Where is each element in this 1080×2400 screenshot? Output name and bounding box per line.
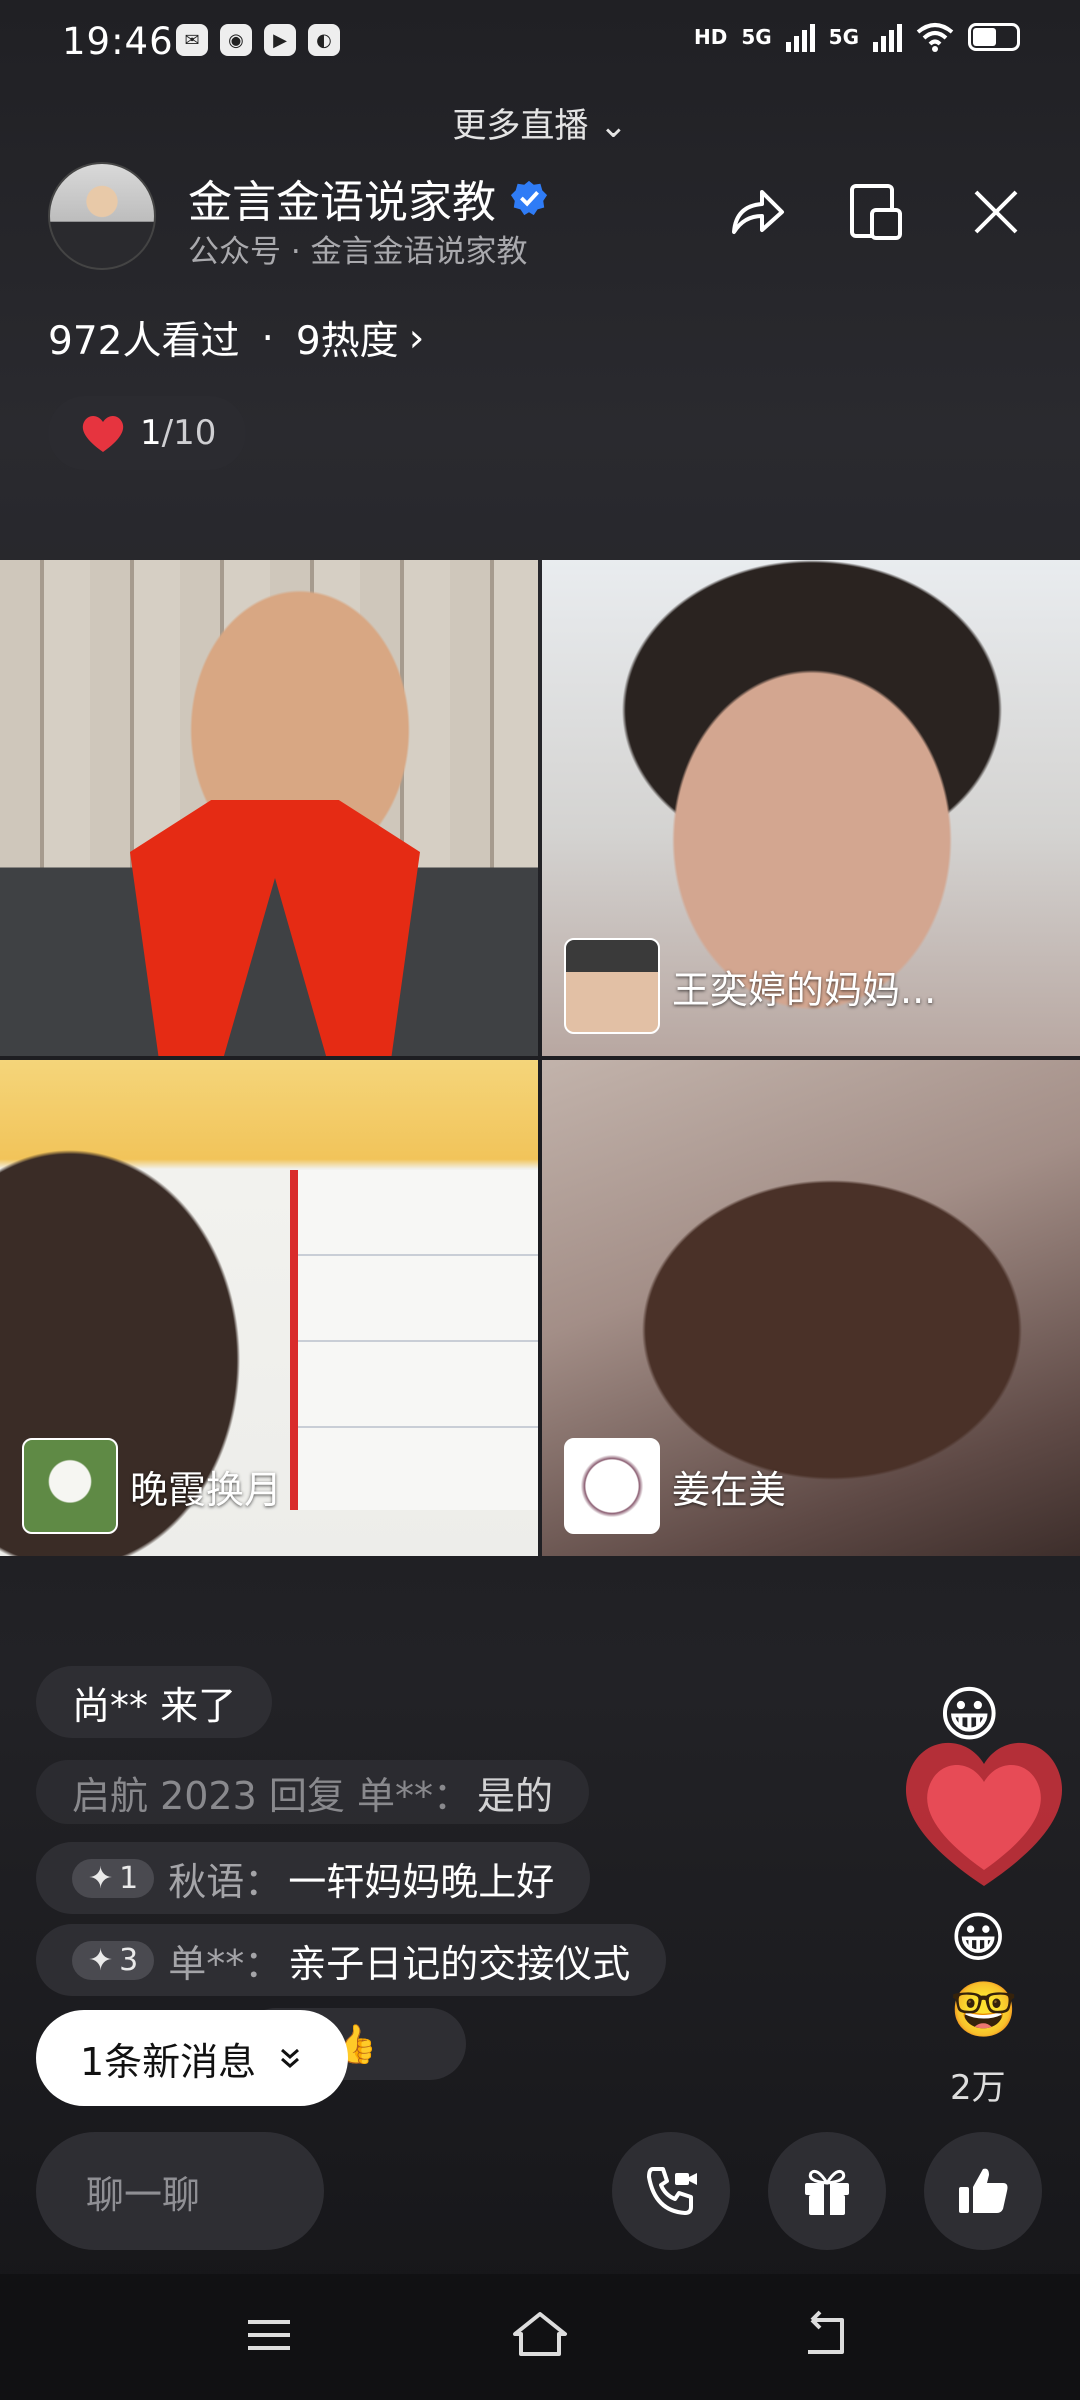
home-icon[interactable] (505, 2300, 575, 2370)
chat-sender: 启航 2023 回复 单**： (72, 1773, 471, 1818)
signal-bars-icon (785, 22, 815, 52)
notification-icons: ✉ ◉ ▶ ◐ (176, 24, 340, 56)
gift-icon (805, 2169, 849, 2215)
status-right: HD 5G 5G (694, 22, 1020, 52)
new-messages-label: 1条新消息 (80, 2039, 257, 2084)
chat-text: 一轩妈妈晚上好 (288, 1859, 555, 1904)
picture-in-picture-icon[interactable] (844, 180, 908, 244)
heat-count: 9热度 (295, 319, 399, 364)
chat-sender: 秋语： (168, 1859, 283, 1904)
verified-icon (510, 180, 548, 216)
sparkle-icon: ✦ (88, 1942, 114, 1978)
video-tile-guest-2[interactable]: 晚霞换月 (0, 1060, 538, 1556)
wechat-icon: ◉ (220, 24, 252, 56)
chat-message[interactable]: ✦ 3 单**： 亲子日记的交接仪式 (36, 1924, 667, 1996)
heart-icon (82, 416, 124, 452)
chat-input[interactable]: 聊一聊 (36, 2132, 324, 2250)
more-live-label: 更多直播 (452, 106, 589, 146)
share-icon[interactable] (724, 180, 788, 244)
viewers-count: 972人看过 (48, 319, 240, 364)
sparkle-icon: ✦ (88, 1860, 114, 1896)
chat-message[interactable]: ✦ 1 秋语： 一轩妈妈晚上好 (36, 1842, 591, 1914)
fan-badge: ✦ 3 (72, 1940, 155, 1980)
chat-message[interactable]: 启航 2023 回复 单**： 是的 (36, 1760, 589, 1824)
separator-dot: · (261, 315, 274, 361)
like-total: /10 (161, 413, 217, 453)
join-text: 尚** 来了 (72, 1683, 237, 1728)
more-live-button[interactable]: 更多直播 ⌄ (0, 98, 1080, 147)
grinning-emoji-icon: 😀 (938, 1680, 1001, 1750)
guest-name: 晚霞换月 (130, 1467, 283, 1512)
smirk-emoji-icon: 🤓 (950, 1978, 1018, 2041)
like-progress: 1/10 (140, 413, 216, 453)
video-tile-guest-3[interactable]: 姜在美 (542, 1060, 1080, 1556)
tile-label: 王奕婷的妈妈... (564, 938, 936, 1034)
guest-avatar (564, 1438, 660, 1534)
chat-text: 亲子日记的交接仪式 (288, 1941, 631, 1986)
floating-heart-icon (905, 1742, 1063, 1886)
guest-name: 姜在美 (672, 1467, 787, 1512)
menu-icon[interactable] (234, 2300, 304, 2370)
grinning-emoji-icon: 😀 (950, 1906, 1007, 1969)
wifi-icon (916, 23, 954, 52)
video-content (130, 800, 420, 1056)
signal-label-1: 5G (741, 25, 772, 49)
app-notification-icon: ✉ (176, 24, 208, 56)
status-bar: 19:46 ✉ ◉ ▶ ◐ HD 5G 5G (0, 0, 1080, 84)
badge-level: 3 (119, 1942, 139, 1978)
badge-level: 1 (119, 1860, 139, 1896)
guest-avatar (22, 1438, 118, 1534)
like-progress-pill[interactable]: 1/10 (48, 396, 246, 470)
signal-label-2: 5G (828, 25, 859, 49)
new-messages-button[interactable]: 1条新消息 (36, 2010, 349, 2106)
thumbs-up-icon (959, 2168, 1008, 2213)
phone-video-icon (647, 2167, 697, 2215)
host-subtitle: 公众号 · 金言金语说家教 (188, 234, 528, 270)
video-tile-guest-1[interactable]: 王奕婷的妈妈... (542, 560, 1080, 1056)
like-button[interactable] (924, 2132, 1042, 2250)
tile-label: 晚霞换月 (22, 1438, 282, 1534)
chat-sender: 单**： (168, 1941, 283, 1986)
video-tile-host[interactable] (0, 560, 538, 1056)
fan-badge: ✦ 1 (72, 1858, 155, 1898)
chat-text: 是的 (476, 1773, 553, 1818)
host-avatar[interactable] (48, 162, 156, 270)
gift-button[interactable] (768, 2132, 886, 2250)
video-grid: 王奕婷的妈妈... 晚霞换月 姜在美 (0, 560, 1080, 1556)
host-title[interactable]: 金言金语说家教 (188, 166, 548, 230)
guest-name: 王奕婷的妈妈... (672, 967, 937, 1012)
video-icon: ▶ (264, 24, 296, 56)
back-icon[interactable] (790, 2300, 860, 2370)
status-time: 19:46 (62, 20, 174, 63)
chevron-right-icon: › (408, 315, 425, 361)
stats-row[interactable]: 972人看过 · 9热度 › (48, 310, 424, 366)
video-call-button[interactable] (612, 2132, 730, 2250)
chat-placeholder: 聊一聊 (86, 2172, 201, 2217)
chevron-down-icon: ⌄ (599, 106, 628, 146)
signal-bars-icon (873, 22, 902, 52)
tile-label: 姜在美 (564, 1438, 786, 1534)
host-name: 金言金语说家教 (188, 177, 496, 228)
battery-icon (968, 23, 1020, 51)
close-icon[interactable] (964, 180, 1028, 244)
browser-icon: ◐ (308, 24, 340, 56)
video-content (290, 1170, 538, 1510)
likes-total: 2万 (950, 2068, 1006, 2108)
guest-avatar (564, 938, 660, 1034)
join-notice: 尚** 来了 (36, 1666, 273, 1738)
like-count: 1 (140, 413, 162, 453)
hd-label: HD (693, 25, 728, 49)
double-chevron-down-icon (281, 2048, 300, 2068)
